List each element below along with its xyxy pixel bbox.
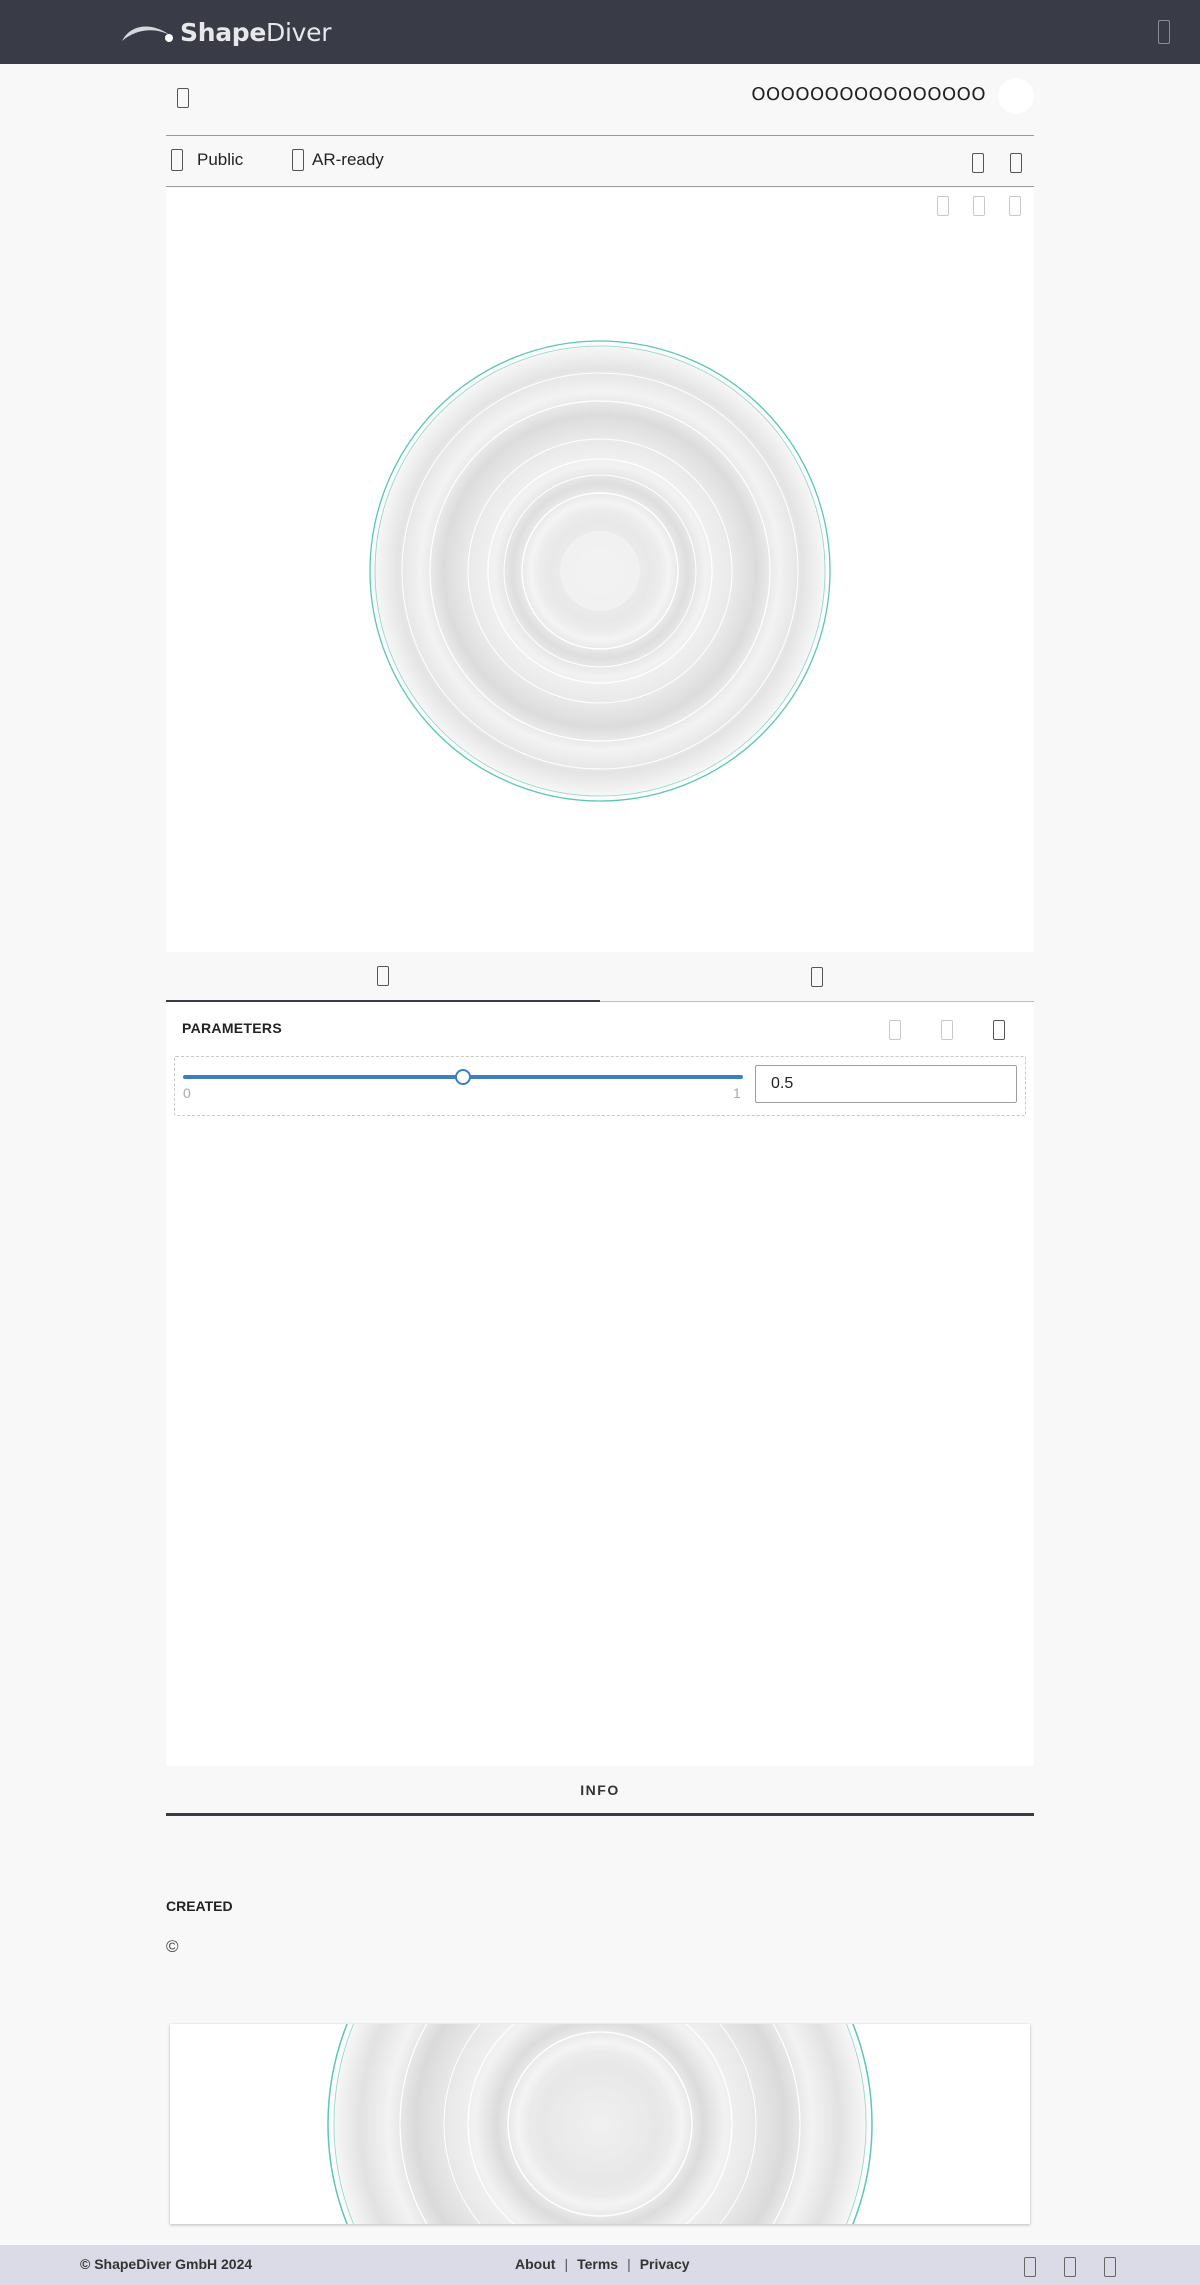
model-header: OOOOOOOOOOOOOOOO <box>166 64 1034 136</box>
footer-link-about[interactable]: About <box>515 2256 555 2272</box>
parameter-slider-row: 0 1 <box>174 1056 1026 1116</box>
footer-separator: | <box>627 2256 631 2272</box>
slider-thumb[interactable] <box>455 1069 471 1085</box>
top-navigation-bar: ShapeDiver <box>0 0 1200 64</box>
tab-downloads[interactable] <box>600 952 1034 1002</box>
model-preview-image <box>170 2024 1030 2224</box>
public-badge: Public <box>171 149 243 171</box>
preview-render <box>327 2024 873 2224</box>
model-badges-bar: Public AR-ready <box>166 137 1034 187</box>
tab-info[interactable]: INFO <box>166 1766 1034 1816</box>
linkedin-icon[interactable] <box>1024 2257 1036 2277</box>
3d-model-viewer[interactable] <box>166 188 1034 952</box>
parameters-title: PARAMETERS <box>182 1020 282 1036</box>
footer-links: About | Terms | Privacy <box>515 2256 690 2272</box>
redo-icon[interactable] <box>941 1020 953 1040</box>
footer-copyright: © ShapeDiver GmbH 2024 <box>80 2256 253 2272</box>
slider-max-label: 1 <box>733 1085 741 1101</box>
footer-link-privacy[interactable]: Privacy <box>640 2256 690 2272</box>
reset-icon[interactable] <box>993 1020 1005 1040</box>
share-icon[interactable] <box>972 153 984 173</box>
slider-min-label: 0 <box>183 1085 191 1101</box>
ar-ready-badge-label: AR-ready <box>312 150 384 169</box>
footer-link-terms[interactable]: Terms <box>577 2256 618 2272</box>
model-title: OOOOOOOOOOOOOOOO <box>751 84 986 105</box>
undo-icon[interactable] <box>889 1020 901 1040</box>
youtube-icon[interactable] <box>1104 2257 1116 2277</box>
page-footer: © ShapeDiver GmbH 2024 About | Terms | P… <box>0 2245 1200 2285</box>
hamburger-menu-icon[interactable] <box>1158 20 1170 44</box>
twitter-icon[interactable] <box>1064 2257 1076 2277</box>
slider-value-input[interactable] <box>755 1065 1017 1103</box>
more-options-icon[interactable] <box>1010 153 1022 173</box>
created-label: CREATED <box>166 1898 233 1914</box>
public-badge-label: Public <box>197 150 244 169</box>
panel-tabs <box>166 952 1034 1003</box>
ar-cube-icon <box>292 149 304 171</box>
parameters-panel: PARAMETERS 0 1 <box>166 1002 1034 1766</box>
footer-separator: | <box>564 2256 569 2272</box>
sliders-icon <box>377 966 389 986</box>
shapediver-logo[interactable]: ShapeDiver <box>120 16 331 48</box>
creator-copyright: © <box>166 1937 179 1956</box>
download-icon <box>811 967 823 987</box>
user-avatar-icon[interactable] <box>998 78 1034 114</box>
model-render <box>369 340 831 802</box>
back-arrow-icon[interactable] <box>177 88 189 108</box>
tab-parameters[interactable] <box>166 952 600 1003</box>
logo-wordmark: ShapeDiver <box>180 17 332 47</box>
globe-icon <box>171 149 183 171</box>
swoosh-logo-icon <box>122 26 173 42</box>
ar-ready-badge: AR-ready <box>292 149 384 171</box>
